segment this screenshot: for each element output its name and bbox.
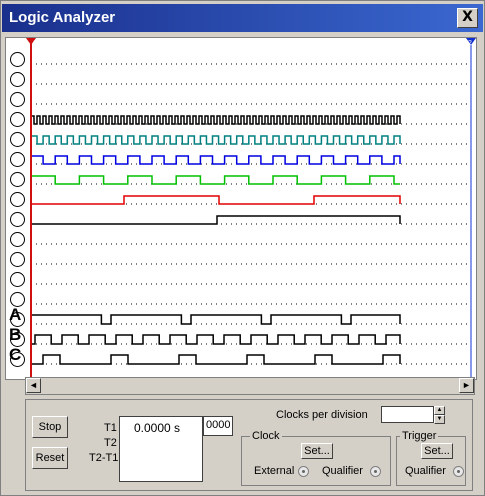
t2-label: T2 [104, 437, 117, 449]
time-readout: 0.0000 s [119, 416, 203, 482]
clock-set-button[interactable]: Set... [301, 443, 333, 459]
stop-button[interactable]: Stop [32, 416, 68, 438]
clocks-per-division-input[interactable] [381, 406, 434, 423]
window-title: Logic Analyzer [9, 9, 116, 26]
scroll-right-arrow-icon[interactable]: ► [459, 378, 474, 393]
trigger-set-button[interactable]: Set... [421, 443, 453, 459]
clocks-per-division-label: Clocks per division [276, 409, 368, 421]
horizontal-scrollbar[interactable]: ◄ ► [25, 377, 475, 395]
waveform-plot: 12 [26, 38, 476, 379]
trigger-group: Trigger Set... Qualifier [396, 430, 466, 486]
clock-qualifier-radio[interactable] [370, 466, 381, 477]
external-label: External [254, 465, 295, 477]
waveform-ch5 [30, 155, 401, 165]
t2-t1-label: T2-T1 [89, 452, 119, 464]
reset-button[interactable]: Reset [32, 447, 68, 469]
waveform-ch4 [30, 135, 401, 145]
logic-analyzer-window: Logic Analyzer X A B C 12 ◄ ► Stop Reset… [0, 0, 485, 496]
waveform-ch16 [31, 354, 401, 365]
waveform-display: A B C 12 [5, 37, 477, 380]
cursor-t2-label: 2 [468, 40, 472, 47]
scroll-left-arrow-icon[interactable]: ◄ [26, 378, 41, 393]
waveform-ch14 [30, 314, 401, 325]
trigger-qualifier-label: Qualifier [405, 465, 446, 477]
trigger-group-title: Trigger [400, 430, 439, 442]
title-bar[interactable]: Logic Analyzer X [2, 4, 483, 32]
waveform-ch15 [31, 334, 401, 345]
waveform-ch6 [30, 175, 400, 185]
clock-group-title: Clock [250, 430, 282, 442]
waveform-ch8 [31, 215, 401, 225]
t1-label: T1 [104, 422, 117, 434]
spinner-up-icon[interactable]: ▲ [434, 406, 445, 415]
qualifier-label: Qualifier [322, 465, 363, 477]
t1-value: 0.0000 s [134, 421, 181, 435]
count-readout: 0000 [203, 416, 233, 436]
waveform-ch7 [31, 195, 401, 205]
spinner-down-icon[interactable]: ▼ [434, 415, 445, 424]
close-button[interactable]: X [457, 8, 478, 28]
cursor-t1-label: 1 [33, 40, 37, 47]
clock-group: Clock Set... External Qualifier [241, 430, 391, 486]
trigger-qualifier-radio[interactable] [453, 466, 464, 477]
waveform-ch3 [30, 115, 401, 125]
control-panel: Stop Reset T1 T2 T2-T1 0.0000 s 0000 Clo… [25, 399, 473, 491]
count-value: 0000 [206, 419, 231, 431]
external-radio[interactable] [298, 466, 309, 477]
